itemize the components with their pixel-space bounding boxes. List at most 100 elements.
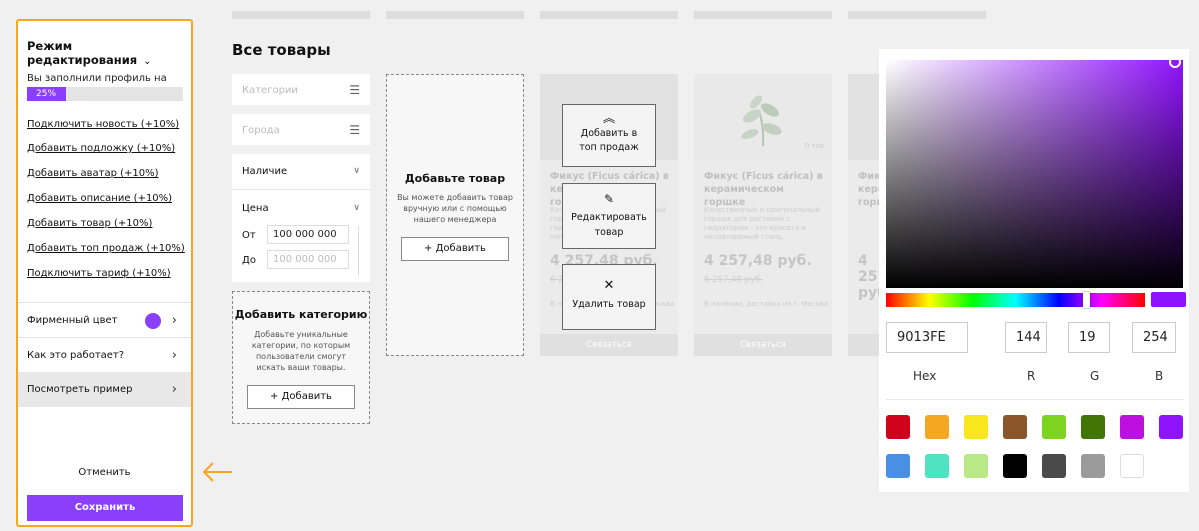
cities-filter[interactable]: Города ☰ [232, 114, 370, 145]
link-add-description[interactable]: Добавить описание (+10%) [27, 193, 172, 204]
link-add-background[interactable]: Добавить подложку (+10%) [27, 143, 175, 154]
menu-icon: ☰ [349, 83, 360, 97]
b-label: B [1155, 369, 1164, 383]
categories-filter[interactable]: Категории ☰ [232, 74, 370, 105]
color-swatch[interactable] [1003, 454, 1027, 478]
link-add-avatar[interactable]: Добавить аватар (+10%) [27, 168, 159, 179]
delete-product-button[interactable]: ✕ Удалить товар [562, 264, 656, 330]
pencil-icon: ✎ [603, 192, 615, 206]
r-label: R [1027, 369, 1036, 383]
top-strip [540, 11, 678, 19]
cities-placeholder: Города [242, 125, 280, 136]
price-from-input[interactable]: 100 000 000 [267, 225, 349, 244]
chevron-down-icon[interactable]: ∨ [353, 166, 360, 176]
chevron-down-icon: ⌄ [143, 56, 152, 67]
add-category-desc: Добавьте уникальные категории, по которы… [251, 330, 351, 372]
contact-button[interactable]: Связаться [694, 334, 832, 356]
brand-color-row[interactable]: Фирменный цвет › [18, 302, 191, 337]
saturation-area[interactable] [886, 56, 1183, 288]
cancel-button[interactable]: Отменить [18, 467, 191, 478]
hue-slider[interactable] [886, 292, 1145, 308]
color-swatch[interactable] [925, 454, 949, 478]
chevron-right-icon: › [171, 313, 177, 328]
color-preview [1151, 292, 1186, 307]
add-category-title: Добавить категорию [234, 308, 368, 321]
profile-progress-bar: 25% [27, 87, 66, 101]
product-availability: В наличии, доставка из г. Москва [704, 300, 829, 308]
color-swatch[interactable] [886, 454, 910, 478]
link-connect-news[interactable]: Подключить новость (+10%) [27, 119, 179, 130]
close-icon: ✕ [603, 278, 615, 293]
product-price: 4 257,48 руб. [858, 253, 879, 301]
edit-product-label: Редактировать товар [571, 212, 647, 238]
link-add-top-sales[interactable]: Добавить топ продаж (+10%) [27, 243, 185, 254]
color-swatch[interactable] [1003, 415, 1027, 439]
view-example-row[interactable]: Посмотреть пример › [18, 372, 191, 407]
to-label: До [242, 255, 256, 266]
menu-icon: ☰ [349, 123, 360, 137]
product-old-price: 6 257,48 руб. [704, 275, 763, 285]
b-input[interactable]: 254 [1132, 322, 1176, 353]
add-to-top-button[interactable]: ︽ Добавить в топ продаж [562, 104, 656, 167]
top-strip [694, 11, 832, 19]
scrollbar[interactable] [358, 226, 359, 276]
price-label[interactable]: Цена [242, 203, 269, 214]
color-swatch[interactable] [1081, 454, 1105, 478]
top-strip [386, 11, 524, 19]
g-input[interactable]: 19 [1068, 322, 1110, 353]
contact-button[interactable]: Связаться [540, 334, 678, 356]
edit-mode-title[interactable]: Режим редактирования ⌄ [27, 39, 191, 67]
hex-input[interactable]: 9013FE [886, 322, 968, 353]
color-swatch[interactable] [1042, 415, 1066, 439]
view-example-label: Посмотреть пример [27, 384, 133, 395]
brand-color-label: Фирменный цвет [27, 315, 118, 326]
price-to-input[interactable]: 100 000 000 [267, 250, 349, 269]
contact-button[interactable]: Связаться [848, 334, 879, 356]
add-product-button[interactable]: + Добавить [401, 237, 509, 261]
double-chevron-up-icon: ︽ [602, 111, 615, 125]
color-swatch[interactable] [925, 415, 949, 439]
add-to-top-label: Добавить в топ продаж [579, 128, 639, 153]
hue-thumb[interactable] [1082, 292, 1090, 308]
categories-placeholder: Категории [242, 85, 298, 96]
add-product-desc: Вы можете добавить товар вручную или с п… [397, 193, 513, 224]
top-strip [848, 11, 986, 19]
color-swatch[interactable] [1120, 415, 1144, 439]
saturation-thumb[interactable] [1169, 56, 1181, 68]
availability-label[interactable]: Наличие [242, 166, 287, 177]
product-badge: 0 тов [804, 142, 824, 150]
product-desc: Качественный и оригинальный горшок для р… [704, 206, 820, 241]
r-input[interactable]: 144 [1005, 322, 1047, 353]
add-category-box: Добавить категорию Добавьте уникальные к… [232, 291, 370, 424]
chevron-down-icon[interactable]: ∨ [353, 203, 360, 213]
g-label: G [1090, 369, 1100, 383]
product-name: Фикус (Ficus cárica) в керамическом горш… [704, 171, 823, 208]
link-add-product[interactable]: Добавить товар (+10%) [27, 218, 152, 229]
product-image [848, 74, 879, 160]
add-category-button[interactable]: + Добавить [247, 385, 355, 409]
profile-progress: 25% [27, 87, 183, 101]
how-it-works-row[interactable]: Как это работает? › [18, 337, 191, 372]
color-swatch[interactable] [964, 415, 988, 439]
link-connect-tariff[interactable]: Подключить тариф (+10%) [27, 268, 171, 279]
divider [232, 189, 370, 190]
product-card[interactable]: 0 тов Фикус (Ficus cárica) в керамическо… [694, 74, 832, 356]
edit-mode-title-text: Режим редактирования [27, 39, 138, 67]
edit-product-button[interactable]: ✎ Редактировать товар [562, 183, 656, 249]
color-swatch[interactable] [1081, 415, 1105, 439]
profile-fill-text: Вы заполнили профиль на [27, 73, 167, 84]
color-swatch[interactable] [1042, 454, 1066, 478]
from-label: От [242, 230, 256, 241]
page-title: Все товары [232, 41, 331, 59]
color-swatch[interactable] [964, 454, 988, 478]
save-button[interactable]: Сохранить [27, 495, 183, 521]
arrow-left-icon [202, 462, 232, 482]
add-product-title: Добавьте товар [404, 172, 506, 185]
product-card[interactable]: Фикус (Ficus cárica) в керамическом горш… [848, 74, 879, 356]
color-picker: 9013FE 144 19 254 Hex R G B [879, 49, 1189, 492]
product-name: Фикус (Ficus cárica) в керамическом горш… [858, 171, 879, 208]
color-swatch[interactable] [1159, 415, 1183, 439]
color-swatch[interactable] [886, 415, 910, 439]
brand-color-swatch [145, 313, 161, 329]
color-swatch[interactable] [1120, 454, 1144, 478]
